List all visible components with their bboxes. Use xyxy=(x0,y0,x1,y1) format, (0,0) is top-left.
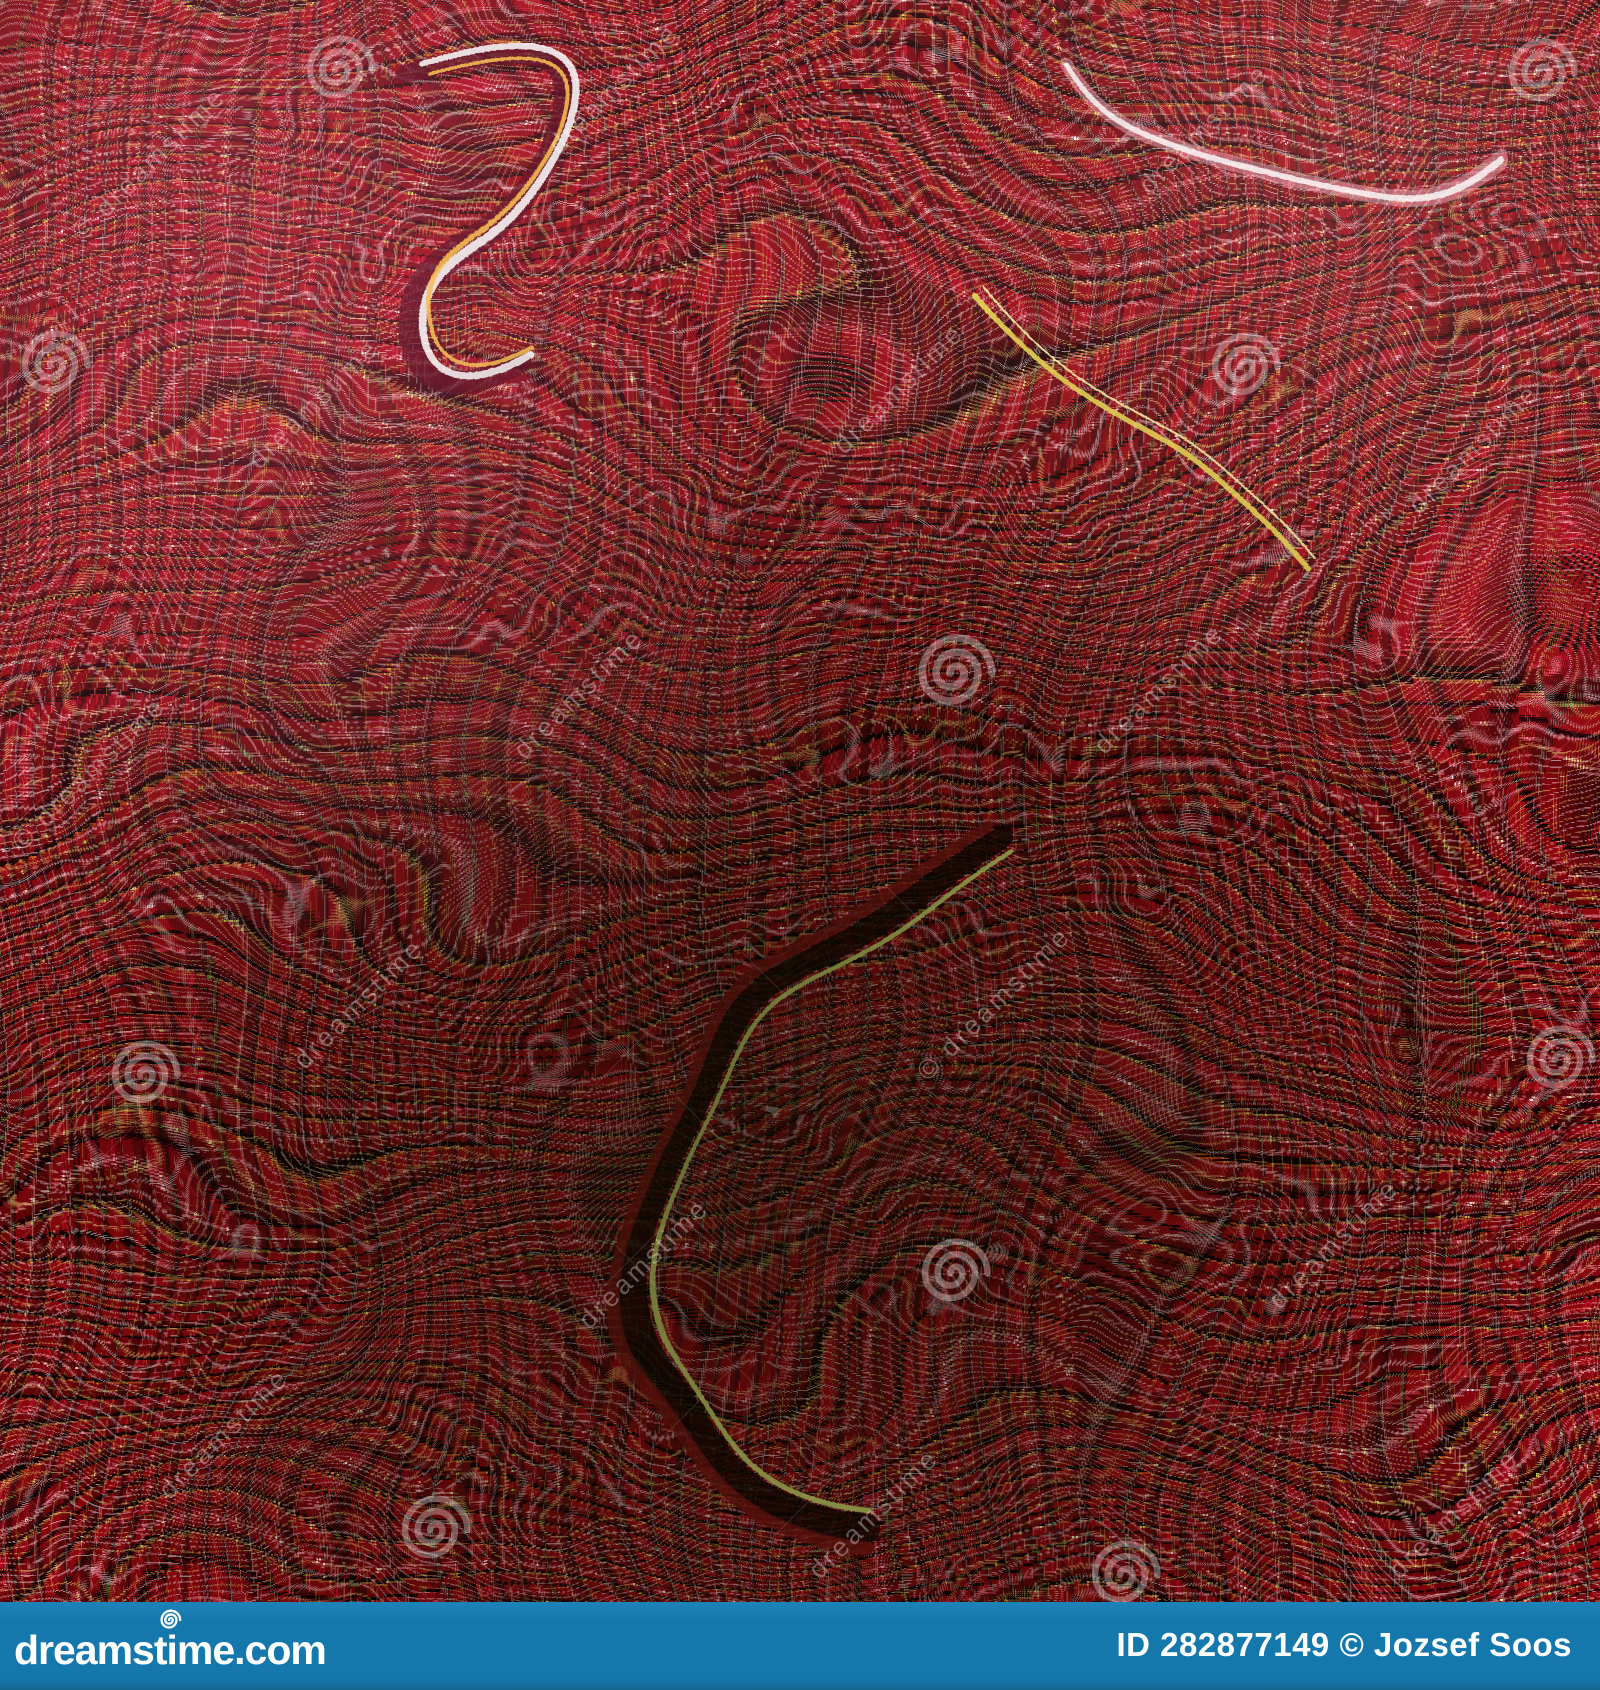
stock-photo-preview: © dreamstime dreamstime dreamstime dream… xyxy=(0,0,1600,1690)
watermark-layer: © dreamstime dreamstime dreamstime dream… xyxy=(0,0,1600,1602)
abstract-artwork: © dreamstime dreamstime dreamstime dream… xyxy=(0,0,1600,1602)
abstract-swirl-canvas: © dreamstime dreamstime dreamstime dream… xyxy=(0,0,1600,1602)
watermark-footer-bar: dreamstime.com ID 282877149 © Jozsef Soo… xyxy=(0,1602,1600,1690)
image-credit: ID 282877149 © Jozsef Soos xyxy=(1116,1626,1572,1663)
dreamstime-logo-text: dreamstime.com xyxy=(14,1627,327,1673)
dreamstime-logo: dreamstime.com xyxy=(14,1609,327,1680)
dreamstime-spiral-icon xyxy=(160,1609,182,1629)
watermark-grid-lines xyxy=(0,0,1600,1602)
